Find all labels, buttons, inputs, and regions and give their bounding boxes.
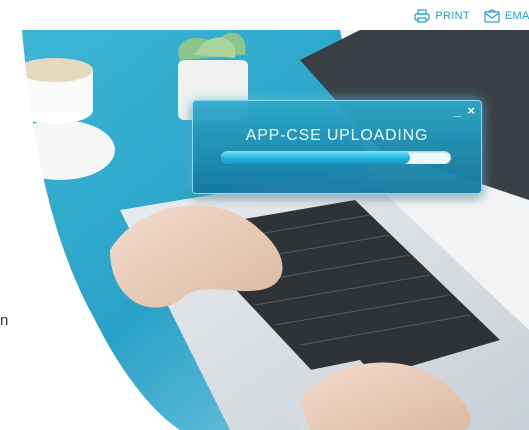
email-link[interactable]: EMAI xyxy=(484,9,529,23)
dialog-controls: _ × xyxy=(454,103,475,118)
email-label: EMAI xyxy=(504,10,529,22)
printer-icon xyxy=(414,9,431,23)
upload-dialog: _ × APP-CSE UPLOADING xyxy=(192,100,482,194)
upload-progress-fill xyxy=(221,151,410,164)
utility-bar: PRINT EMAI xyxy=(414,6,529,26)
print-link[interactable]: PRINT xyxy=(414,9,470,23)
envelope-icon xyxy=(484,9,500,23)
dialog-title: APP-CSE UPLOADING xyxy=(245,127,429,144)
side-text-fragment: n xyxy=(0,312,9,329)
upload-progress-bar xyxy=(221,151,451,164)
close-button[interactable]: × xyxy=(467,103,475,118)
hero-image xyxy=(0,30,529,430)
print-label: PRINT xyxy=(435,10,470,22)
minimize-button[interactable]: _ xyxy=(454,103,461,118)
